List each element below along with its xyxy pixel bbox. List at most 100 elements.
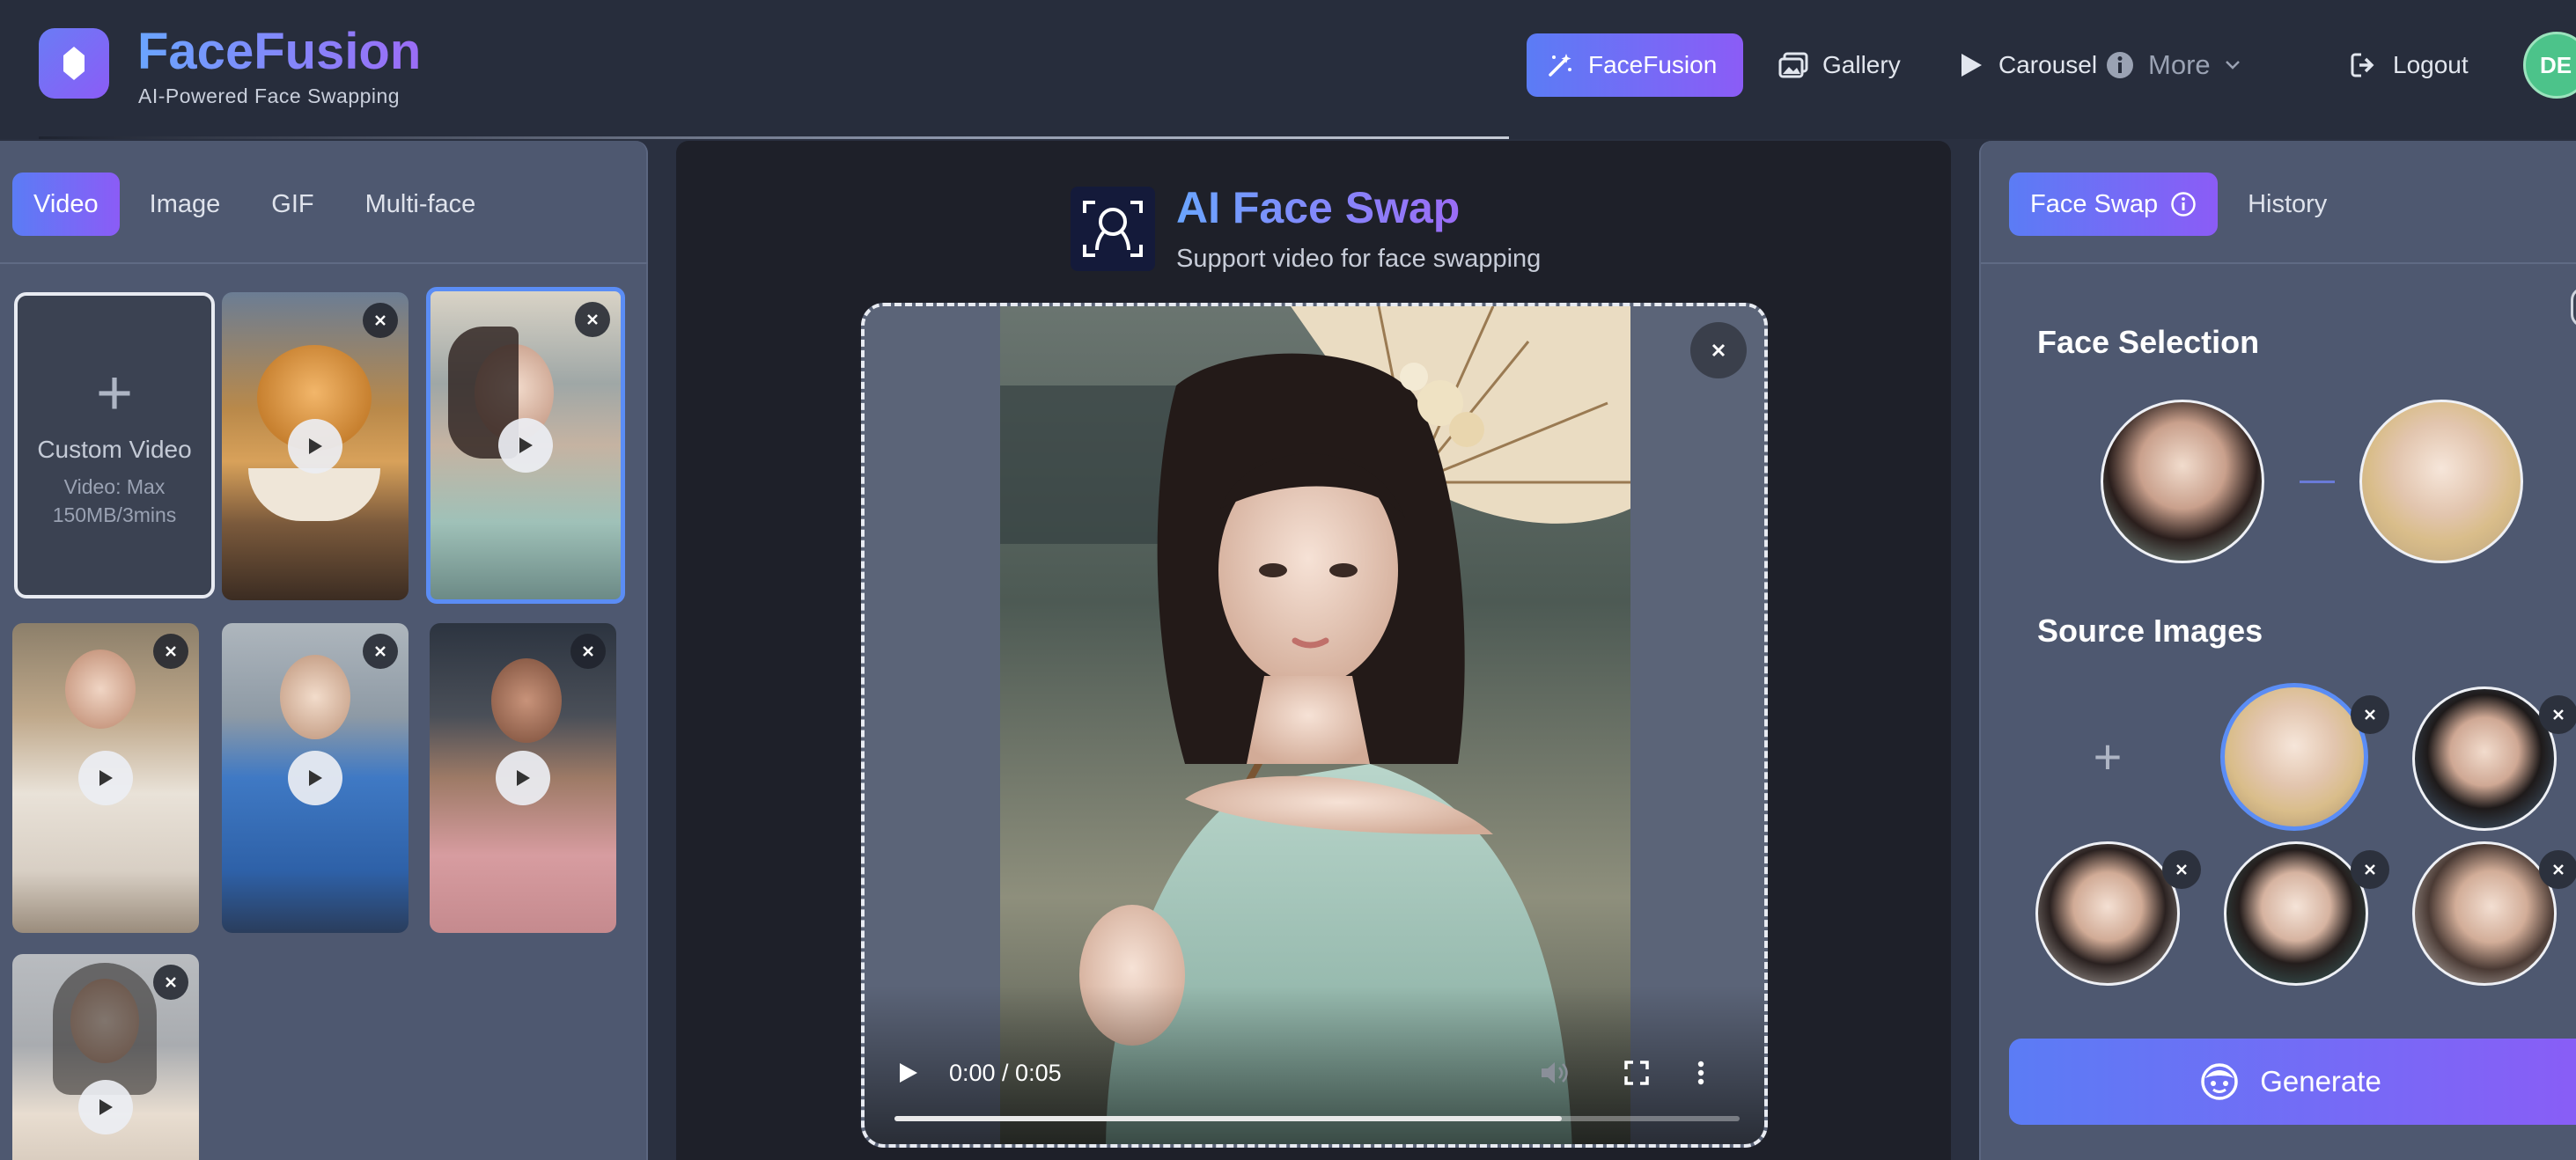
source-image[interactable] [2412,686,2557,831]
right-tabs: Face Swap History [2009,173,2357,236]
remove-source-button[interactable] [2162,850,2201,889]
play-icon [900,1063,917,1083]
generate-button[interactable]: Generate [2009,1039,2576,1125]
app-subtitle: AI-Powered Face Swapping [138,84,401,107]
play-preview-button[interactable] [78,1080,133,1134]
info-icon [2106,51,2134,79]
source-image-selected[interactable] [2220,683,2368,831]
thumbnail-bowl [248,468,380,521]
remove-video-button[interactable] [575,302,610,337]
remove-video-button[interactable] [153,634,188,669]
play-preview-button[interactable] [288,751,342,805]
play-preview-button[interactable] [498,418,553,473]
play-icon [309,770,322,786]
video-drop-zone[interactable]: 0:00 / 0:05 [861,303,1768,1148]
video-thumbnail-selected[interactable] [426,287,625,604]
tabs-divider [1981,262,2576,264]
video-progress-track[interactable] [894,1116,1740,1121]
logout-icon [2351,52,2379,78]
close-icon [2176,864,2187,875]
nav-more-dropdown[interactable]: More [2106,33,2241,97]
nav-carousel[interactable]: Carousel [1958,33,2097,97]
video-thumbnail[interactable] [12,623,199,933]
close-icon [2365,709,2375,720]
remove-video-button[interactable] [153,965,188,1000]
close-icon [587,314,598,325]
media-type-tabs: Video Image GIF Multi-face [12,173,505,236]
thumbnail-hair [53,963,157,1095]
custom-video-limits: Video: Max 150MB/3mins [52,475,177,526]
nav-gallery-label: Gallery [1822,51,1901,78]
custom-video-upload[interactable]: + Custom Video Video: Max 150MB/3mins [14,292,215,598]
video-thumbnail[interactable] [222,623,408,933]
tab-video[interactable]: Video [12,173,120,236]
magic-wand-icon [1546,51,1574,79]
app-title: FaceFusion [137,21,421,83]
remove-source-button[interactable] [2351,695,2389,734]
face-icon [2200,1062,2239,1101]
page-subtitle: Support video for face swapping [1176,245,1542,273]
play-preview-button[interactable] [78,751,133,805]
source-image[interactable] [2035,841,2180,986]
play-preview-button[interactable] [288,419,342,474]
close-icon [375,646,386,657]
close-icon [2553,709,2564,720]
remove-video-button[interactable] [570,634,606,669]
thumbnail-subject [491,658,562,743]
video-thumbnail[interactable] [430,623,616,933]
nav-gallery[interactable]: Gallery [1778,33,1901,97]
tab-gif[interactable]: GIF [250,173,335,236]
face-mapping-connector [2300,481,2335,483]
face-scan-icon [1071,187,1155,271]
video-controls: 0:00 / 0:05 [865,986,1764,1144]
source-images-heading: Source Images [2037,613,2263,649]
settings-panel [1979,141,2576,1160]
page-title: AI Face Swap [1176,183,1461,232]
source-image[interactable] [2412,841,2557,986]
target-face-thumbnail[interactable] [2101,400,2264,563]
play-icon [99,770,113,786]
play-icon [1958,51,1984,79]
thumbnail-subject [280,655,350,739]
close-icon [375,315,386,326]
remove-video-button[interactable] [363,303,398,338]
info-icon[interactable] [2170,191,2197,217]
remove-video-button[interactable] [363,634,398,669]
play-icon [519,437,533,453]
fullscreen-button[interactable] [1623,1060,1650,1090]
more-vertical-icon [1697,1061,1704,1085]
nav-logout-label: Logout [2393,51,2469,78]
generate-label: Generate [2260,1065,2381,1098]
video-play-button[interactable] [894,1060,921,1090]
face-selection-heading: Face Selection [2037,324,2260,360]
tabs-divider [0,262,648,264]
source-image[interactable] [2224,841,2368,986]
tab-multi-face[interactable]: Multi-face [344,173,497,236]
remove-source-button[interactable] [2539,695,2576,734]
close-icon [166,646,176,657]
custom-video-title: Custom Video [37,436,192,463]
source-face-thumbnail[interactable] [2359,400,2523,563]
app-logo[interactable] [39,28,109,99]
remove-source-button[interactable] [2351,850,2389,889]
add-source-image-button[interactable]: + [2044,690,2171,822]
gallery-icon [1778,52,1808,78]
video-time-readout: 0:00 / 0:05 [949,1060,1062,1086]
volume-button[interactable] [1539,1060,1571,1090]
header-divider [39,136,1509,139]
tab-image[interactable]: Image [129,173,242,236]
tab-history[interactable]: History [2226,173,2348,236]
play-preview-button[interactable] [496,751,550,805]
play-icon [99,1099,113,1115]
video-thumbnail[interactable] [222,292,408,600]
close-icon [2553,864,2564,875]
nav-logout[interactable]: Logout [2351,33,2469,97]
remove-source-button[interactable] [2539,850,2576,889]
video-options-button[interactable] [1696,1060,1706,1090]
tab-face-swap[interactable]: Face Swap [2009,173,2219,236]
close-icon [583,646,593,657]
remove-video-button[interactable] [1690,322,1747,378]
video-thumbnail[interactable] [12,954,199,1160]
nav-facefusion[interactable]: FaceFusion [1527,33,1743,97]
nav-facefusion-label: FaceFusion [1588,51,1718,78]
